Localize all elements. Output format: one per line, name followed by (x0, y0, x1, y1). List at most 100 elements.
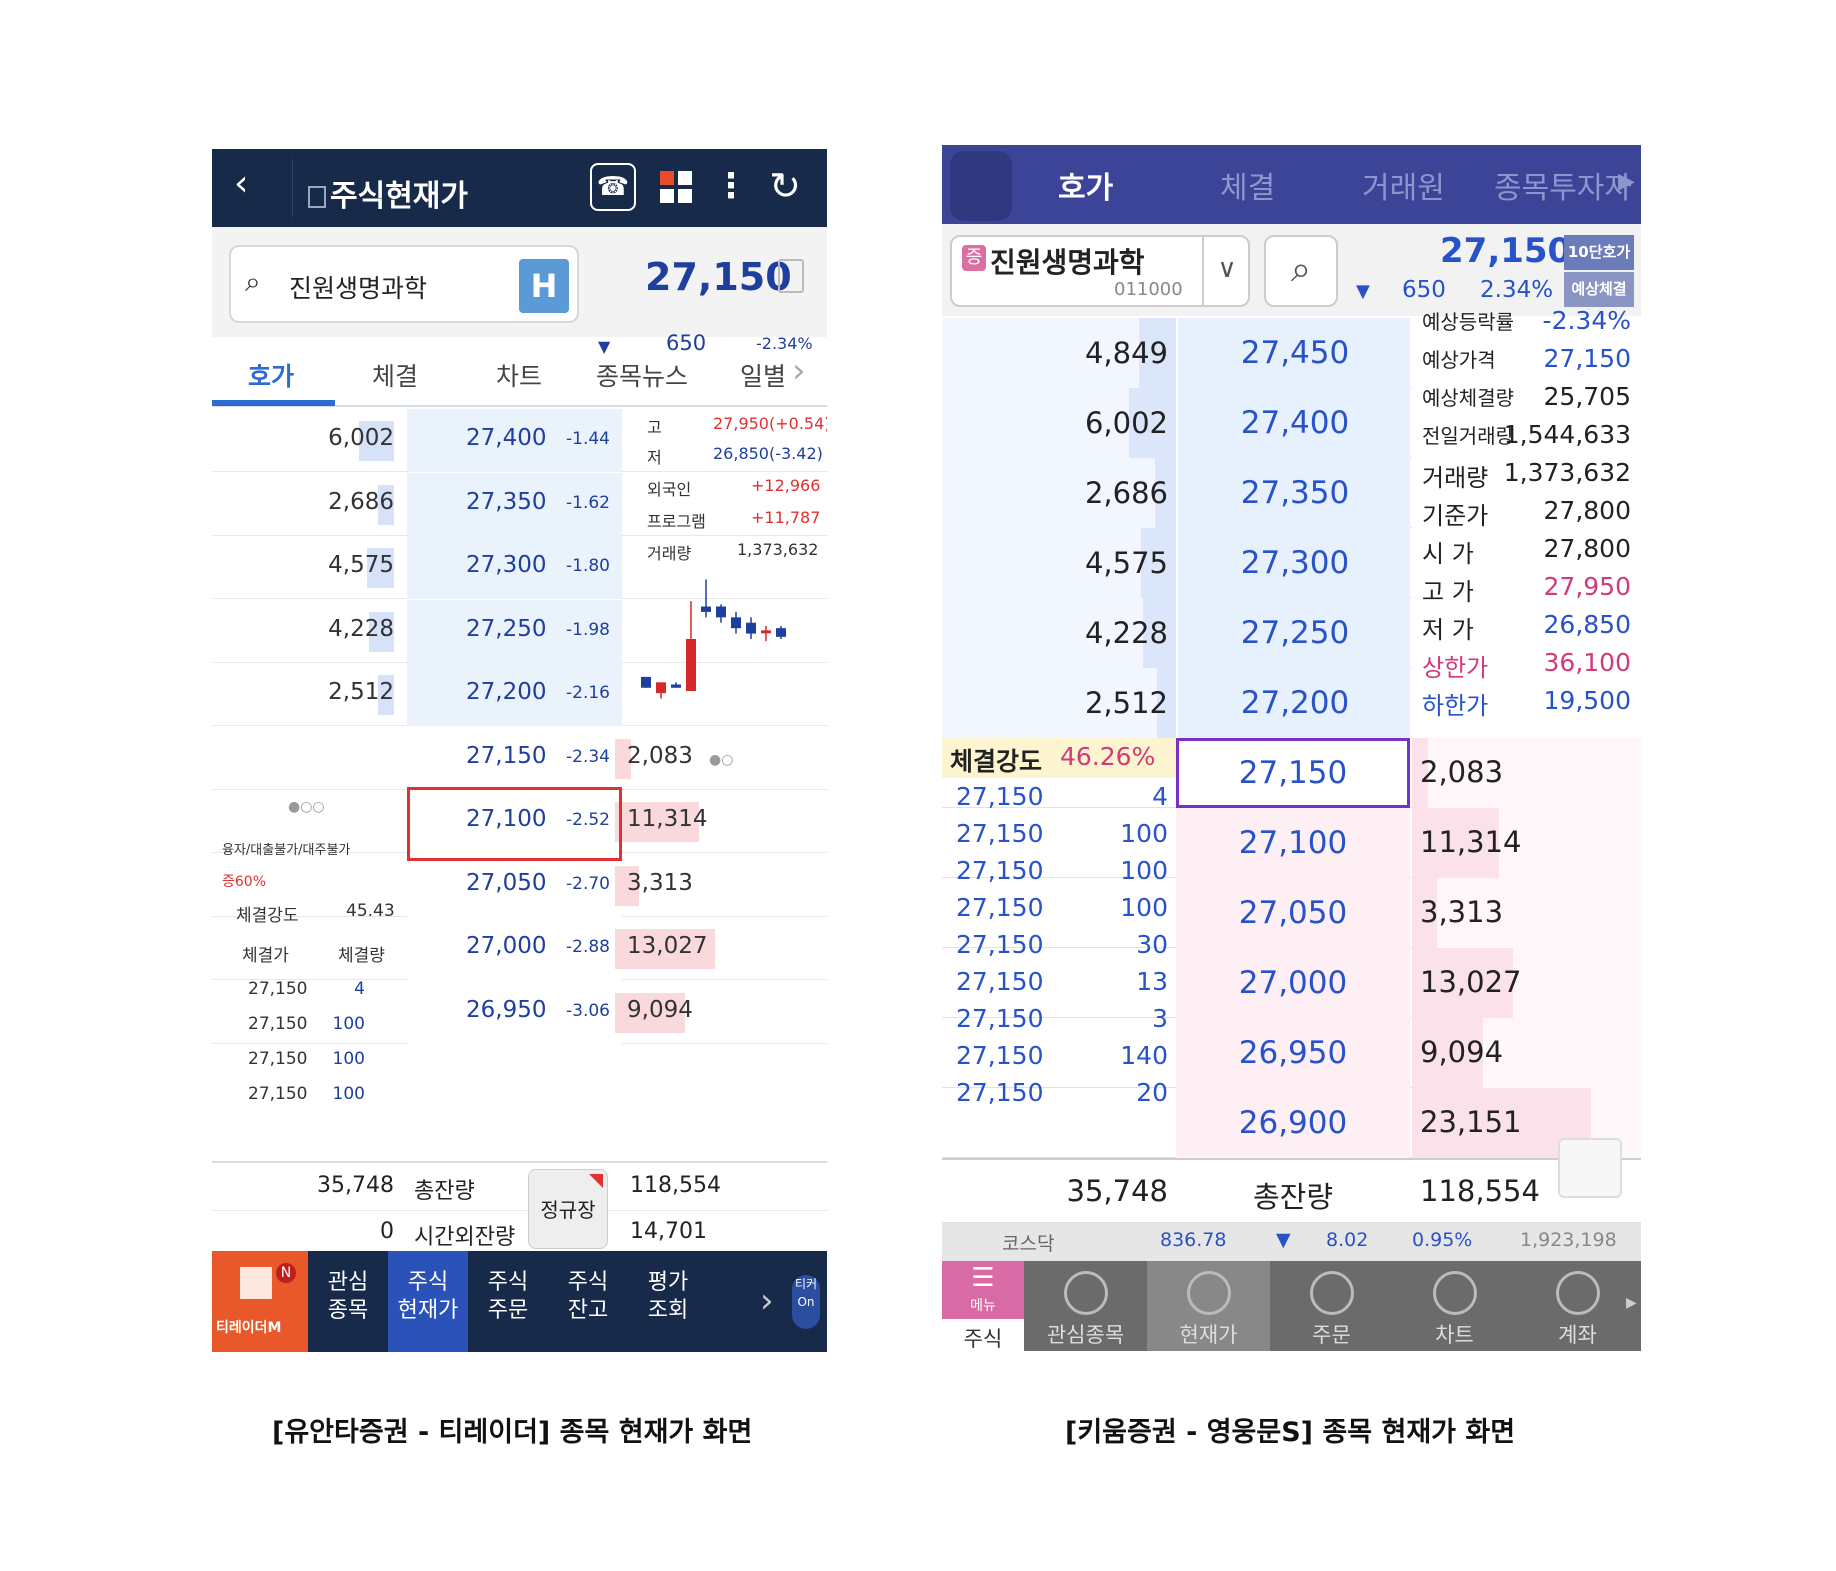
info-value: 1,544,633 (1503, 420, 1631, 449)
tab-news[interactable]: 종목뉴스 (596, 357, 688, 393)
chevron-right-icon[interactable]: › (792, 351, 806, 391)
grid-menu-icon[interactable] (652, 163, 698, 211)
session-button[interactable]: 정규장 (528, 1169, 608, 1249)
document-icon[interactable] (778, 259, 804, 293)
tab-trades[interactable]: 체결 (1220, 163, 1275, 207)
search-icon[interactable]: ⌕ (1264, 235, 1338, 307)
price-cell: 27,050 (1176, 878, 1410, 948)
price-pct: -2.34 (566, 746, 610, 767)
strength-label: 체결강도 (236, 906, 299, 926)
high-value: 27,950(+0.54) (713, 414, 827, 433)
bottom-nav: N 티레이더M 관심 종목 주식 현재가 주식 주문 주식 잔고 평가 조회 › 티커 On (212, 1251, 827, 1352)
nav-item-주문[interactable]: 주문 (1270, 1261, 1393, 1351)
menu-button[interactable] (950, 151, 1012, 221)
info-label: 상한가 (1422, 654, 1489, 682)
bid-row[interactable]: 2,083 27,150 -2.34 (212, 726, 827, 790)
nav-label: 관심종목 (1046, 1323, 1125, 1347)
tab-brokers[interactable]: 거래원 (1362, 163, 1445, 207)
more-vertical-icon[interactable]: ⋮ (708, 163, 754, 211)
info-value: 26,850 (1543, 610, 1631, 639)
chevron-down-icon[interactable]: ∨ (1202, 235, 1250, 307)
left-caption: [유안타증권 - 티레이더] 종목 현재가 화면 (272, 1417, 753, 1448)
price-pct: -1.80 (566, 556, 610, 576)
tab-hoga[interactable]: 호가 (248, 357, 294, 393)
nav-item-계좌[interactable]: 계좌 (1516, 1261, 1639, 1351)
h-badge[interactable]: H (519, 259, 569, 313)
candle-body (761, 630, 771, 634)
expected-trade-button[interactable]: 예상체결 (1564, 272, 1634, 307)
info-label: 하한가 (1422, 692, 1489, 720)
down-triangle-icon: ▼ (1276, 1229, 1291, 1251)
price-pct: -2.16 (566, 683, 610, 703)
ask-row[interactable]: 2,686 27,350 -1.62 (212, 472, 827, 536)
trade-qty: 100 (1120, 819, 1168, 848)
screen-title: 주식현재가 (308, 171, 468, 215)
total-row: 35,748 총잔량 118,554 (942, 1138, 1641, 1223)
market-status-bar: 코스닥 836.78 ▼ 8.02 0.95% 1,923,198 (942, 1223, 1641, 1261)
trade-price: 27,150 (956, 893, 1044, 922)
trade-qty: 4 (354, 979, 365, 999)
tab-investors[interactable]: 종목투자자 (1494, 163, 1632, 207)
tab-chart[interactable]: 차트 (496, 357, 542, 393)
trade-qty: 100 (332, 1049, 365, 1069)
stock-header: ⌕ 진원생명과학 H 27,150 ▼ 650 -2.34% (212, 227, 827, 356)
nav-item-관심종목[interactable]: 관심종목 (1024, 1261, 1147, 1351)
foreign-label: 외국인 (647, 480, 692, 499)
stock-search-box[interactable]: ⌕ 진원생명과학 H (229, 245, 579, 323)
low-value: 26,850(-3.42) (713, 444, 823, 463)
tab-bar: 호가 체결 차트 종목뉴스 일별 › (212, 337, 827, 407)
page-dots-icon: ●○○ (288, 799, 325, 815)
margin-rate: 증60% (222, 874, 266, 890)
program-label: 프로그램 (647, 512, 706, 531)
heroes-screen: 호가 체결 거래원 종목투자자 ▶ 증 진원생명과학 011000 ∨ ⌕ 27… (942, 145, 1641, 1351)
price: 27,000 (466, 933, 547, 959)
refresh-icon[interactable]: ↻ (762, 163, 808, 211)
price: 27,350 (1240, 475, 1350, 511)
trade-qty: 100 (1120, 893, 1168, 922)
market-change-pct: 0.95% (1412, 1229, 1473, 1251)
menu-icon: ☰ 메뉴 (942, 1261, 1024, 1319)
chevron-right-icon[interactable]: ▶ (1618, 169, 1635, 194)
grid-logo-icon (240, 1267, 272, 1299)
tab-trades[interactable]: 체결 (372, 357, 418, 393)
document-icon (308, 186, 326, 208)
bid-volume: 3,313 (627, 869, 693, 896)
price-cell: 27,300 (1176, 528, 1410, 598)
candle-body (641, 676, 651, 688)
total-ask: 35,748 (1066, 1174, 1168, 1208)
price-pct: -2.88 (566, 937, 610, 957)
chevron-right-icon[interactable]: ▶ (1626, 1295, 1637, 1311)
chevron-right-icon[interactable]: › (760, 1281, 774, 1321)
after-label: 시간외잔량 (414, 1225, 516, 1250)
menu-nav-item[interactable]: ☰ 메뉴 주식 (942, 1261, 1024, 1351)
back-arrow-icon[interactable]: ‹ (234, 163, 248, 204)
trade-qty: 30 (1136, 930, 1168, 959)
ask-volume: 2,686 (1084, 476, 1168, 510)
radio-icon[interactable] (1558, 1138, 1622, 1198)
tab-daily[interactable]: 일별 (740, 357, 786, 393)
trade-price: 27,150 (248, 1084, 308, 1104)
trade-list: 27,150 4 27,150 100 27,150 100 27,150 100 27,150… (942, 778, 1176, 1138)
ticker-toggle[interactable]: 티커 On (792, 1275, 820, 1329)
tab-hoga[interactable]: 호가 (1058, 163, 1113, 207)
ten-level-button[interactable]: 10단호가 (1564, 235, 1634, 270)
nav-item-차트[interactable]: 차트 (1393, 1261, 1516, 1351)
nav-item-현재가[interactable]: 현재가 (1147, 1261, 1270, 1351)
nav-item-2[interactable]: 주식 주문 (468, 1269, 548, 1325)
phone-icon[interactable]: ☎ (590, 163, 636, 211)
top-tab-bar: 호가 체결 거래원 종목투자자 ▶ (942, 145, 1641, 224)
bid-volume: 13,027 (627, 933, 708, 959)
nav-item-3[interactable]: 주식 잔고 (548, 1269, 628, 1325)
nav-item-1[interactable]: 주식 현재가 (388, 1251, 468, 1352)
nav-item-4[interactable]: 평가 조회 (628, 1269, 708, 1325)
nav-item-0[interactable]: 관심 종목 (308, 1269, 388, 1325)
stock-badge: 증 (962, 245, 986, 271)
bid-volume: 2,083 (1420, 755, 1504, 789)
menu-label: 메뉴 (970, 1298, 996, 1314)
stock-name: 진원생명과학 (990, 246, 1145, 279)
logo-text: 티레이더M (216, 1320, 282, 1336)
stock-selector[interactable]: 증 진원생명과학 011000 ∨ (950, 235, 1250, 307)
info-value: -2.34% (1542, 306, 1631, 335)
total-label: 총잔량 (414, 1179, 475, 1204)
app-logo[interactable]: N 티레이더M (212, 1251, 308, 1352)
